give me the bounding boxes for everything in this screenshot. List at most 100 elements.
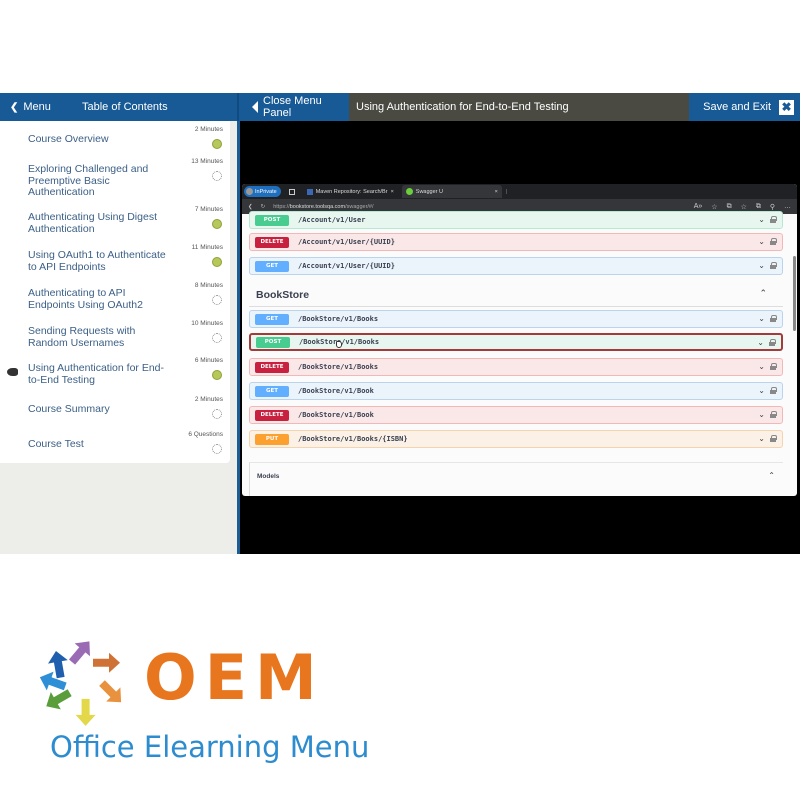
operation-controls: ⌄	[758, 215, 777, 224]
favorites-icon[interactable]: ☆	[741, 203, 747, 211]
chevron-down-icon[interactable]: ⌄	[758, 314, 765, 323]
lock-icon[interactable]	[770, 387, 777, 394]
operation-row[interactable]: POST/BookStore/v1/Books⌄	[249, 333, 783, 351]
close-menu-panel-button[interactable]: Close Menu Panel	[237, 93, 349, 121]
tab-actions[interactable]	[285, 185, 299, 198]
operation-row[interactable]: GET/BookStore/v1/Books ⌄	[249, 310, 783, 328]
tab-label: Maven Repository: Search/Br	[315, 188, 388, 195]
chevron-down-icon[interactable]: ⌄	[758, 434, 765, 443]
back-icon[interactable]: ❮	[248, 204, 253, 210]
lock-icon[interactable]	[769, 339, 776, 346]
toc-item-title: Using Authentication for End-to-End Test…	[28, 362, 164, 386]
operation-row[interactable]: POST/Account/v1/User ⌄	[249, 211, 783, 229]
section-title[interactable]: BookStore	[256, 289, 309, 301]
toc-item-title: Exploring Challenged and Preemptive Basi…	[28, 163, 149, 198]
save-and-exit-button[interactable]: Save and Exit ✖	[689, 93, 800, 121]
mouse-cursor-icon	[336, 341, 342, 348]
complete-status-icon	[212, 370, 222, 380]
models-label: Models	[257, 473, 280, 480]
logo-arrow	[75, 698, 96, 726]
browser-tab-swagger[interactable]: Swagger U ×	[401, 185, 502, 198]
operation-controls: ⌄	[758, 434, 777, 443]
lock-icon[interactable]	[770, 363, 777, 370]
toc-item-duration: 10 Minutes	[191, 320, 223, 327]
operation-path: /Account/v1/User	[298, 216, 366, 224]
operation-controls: ⌄	[758, 314, 777, 323]
chevron-down-icon[interactable]: ⌄	[758, 215, 765, 224]
lock-icon[interactable]	[770, 315, 777, 322]
chevron-down-icon[interactable]: ⌄	[758, 261, 765, 270]
more-icon[interactable]: …	[784, 203, 791, 211]
complete-status-icon	[212, 219, 222, 229]
lock-icon[interactable]	[770, 216, 777, 223]
inprivate-badge[interactable]: InPrivate	[244, 186, 281, 197]
toc-item-title: Using OAuth1 to Authenticate to API Endp…	[28, 249, 166, 273]
chevron-down-icon[interactable]: ⌄	[758, 362, 765, 371]
operation-path: /BookStore/v1/Books	[298, 315, 379, 323]
method-badge: DELETE	[255, 409, 289, 421]
toc-item-duration: 2 Minutes	[194, 396, 223, 403]
browser-tab-strip: InPrivate Maven Repository: Search/Br × …	[242, 184, 797, 199]
toc-item-title: Sending Requests with Random Usernames	[28, 325, 136, 349]
browser-toolbar: A» ☆ ⧉ ☆ ⧉ ⚲ …	[694, 203, 791, 211]
chevron-left-icon: ❮	[10, 101, 19, 113]
url-prefix: https://	[273, 203, 290, 210]
method-badge: DELETE	[255, 361, 289, 373]
toc-item-title: Course Overview	[28, 133, 109, 145]
method-badge: GET	[255, 313, 289, 325]
favorite-icon[interactable]: ☆	[711, 203, 717, 211]
toc-item-duration: 13 Minutes	[191, 158, 223, 165]
incomplete-status-icon	[212, 295, 222, 305]
models-section[interactable]: Models ⌃	[249, 462, 783, 496]
menu-button[interactable]: ❮ Menu	[10, 101, 51, 113]
scrollbar[interactable]	[793, 256, 796, 331]
operation-path: /BookStore/v1/Book	[298, 411, 374, 419]
operation-row[interactable]: PUT/BookStore/v1/Books/{ISBN} ⌄	[249, 430, 783, 448]
address-bar[interactable]: https://bookstore.toolsqa.com/swagger/#/	[273, 204, 686, 210]
toc-item-duration: 6 Minutes	[194, 357, 223, 364]
operation-row[interactable]: GET/BookStore/v1/Book ⌄	[249, 382, 783, 400]
operation-controls: ⌄	[758, 261, 777, 270]
chevron-up-icon[interactable]: ⌃	[768, 471, 775, 480]
tab-head: Swagger U	[405, 188, 443, 195]
operation-path: /BookStore/v1/Books/{ISBN}	[298, 435, 408, 443]
operation-path: /Account/v1/User/{UUID}	[298, 238, 395, 246]
toc-header: ❮ Menu Table of Contents	[0, 93, 237, 121]
logo-name: Office Elearning Menu	[50, 730, 370, 764]
url-path: /swagger/#/	[345, 203, 374, 210]
split-screen-icon[interactable]: ⧉	[727, 203, 732, 211]
operation-row[interactable]: GET/Account/v1/User/{UUID} ⌄	[249, 257, 783, 275]
lock-icon[interactable]	[770, 262, 777, 269]
chevron-down-icon[interactable]: ⌄	[758, 410, 765, 419]
close-icon[interactable]: ✖	[779, 99, 794, 115]
video-player[interactable]: InPrivate Maven Repository: Search/Br × …	[240, 121, 800, 554]
toc-item-title: Authenticating to API Endpoints Using OA…	[28, 287, 143, 311]
chevron-down-icon[interactable]: ⌄	[758, 237, 765, 246]
operation-row[interactable]: DELETE/BookStore/v1/Book ⌄	[249, 406, 783, 424]
operation-row[interactable]: DELETE/BookStore/v1/Books ⌄	[249, 358, 783, 376]
sidebar: Course Overview 2 Minutes Exploring Challe…	[0, 121, 237, 554]
lock-icon[interactable]	[770, 435, 777, 442]
save-and-exit-label: Save and Exit	[703, 101, 771, 113]
tab-close-icon[interactable]: ×	[495, 189, 498, 195]
tab-close-icon[interactable]: ×	[391, 189, 394, 195]
chevron-up-icon[interactable]: ⌃	[759, 288, 767, 299]
toc-item-duration: 2 Minutes	[194, 126, 223, 133]
menu-label: Menu	[23, 101, 51, 113]
chevron-down-icon[interactable]: ⌄	[758, 386, 765, 395]
new-tab-divider: |	[505, 188, 508, 195]
lock-icon[interactable]	[770, 238, 777, 245]
current-lesson-marker-icon	[7, 368, 18, 376]
tab-actions-icon	[288, 188, 295, 195]
lock-icon[interactable]	[770, 411, 777, 418]
refresh-icon[interactable]: ↻	[261, 204, 266, 210]
extensions-icon[interactable]: ⚲	[770, 203, 775, 211]
collections-icon[interactable]: ⧉	[756, 203, 761, 211]
logo-arrow	[68, 641, 90, 665]
browser-tab-maven[interactable]: Maven Repository: Search/Br ×	[303, 185, 398, 198]
chevron-down-icon[interactable]: ⌄	[757, 338, 764, 347]
operation-row[interactable]: DELETE/Account/v1/User/{UUID} ⌄	[249, 233, 783, 251]
toc-item-duration: 8 Minutes	[194, 282, 223, 289]
complete-status-icon	[212, 257, 222, 267]
read-aloud-icon[interactable]: A»	[694, 203, 703, 211]
